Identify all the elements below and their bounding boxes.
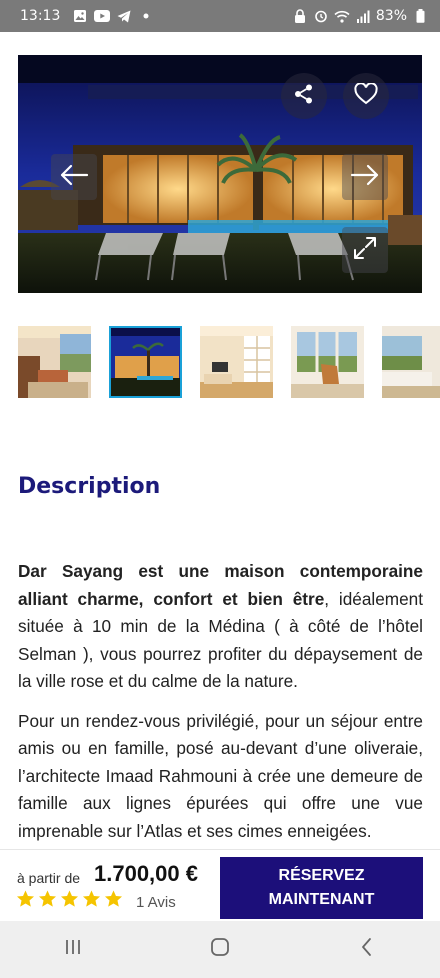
system-navigation-bar xyxy=(0,921,440,978)
share-icon xyxy=(293,83,315,110)
back-button[interactable] xyxy=(337,930,397,970)
battery-icon xyxy=(412,8,428,24)
thumbnail-2[interactable] xyxy=(109,326,182,398)
description-title: Description xyxy=(18,474,161,499)
previous-image-button[interactable] xyxy=(51,154,97,200)
fullscreen-button[interactable] xyxy=(342,227,388,273)
star-icon xyxy=(16,890,35,907)
thumbnail-1[interactable] xyxy=(18,326,91,398)
dot-icon xyxy=(138,8,154,24)
hero-image[interactable] xyxy=(18,55,422,293)
home-button[interactable] xyxy=(190,930,250,970)
thumbnail-4[interactable] xyxy=(291,326,364,398)
status-bar: 13:13 83% xyxy=(0,0,440,32)
star-icon xyxy=(82,890,101,907)
heart-icon xyxy=(354,81,378,110)
star-icon xyxy=(60,890,79,907)
next-image-button[interactable] xyxy=(342,154,388,200)
reviews-count[interactable]: 1 Avis xyxy=(136,894,176,911)
home-icon xyxy=(209,936,231,963)
battery-percent: 83% xyxy=(375,8,407,24)
status-time: 13:13 xyxy=(20,8,61,24)
recent-apps-icon xyxy=(63,937,83,962)
price-value: 1.700,00 € xyxy=(94,861,198,886)
wifi-icon xyxy=(334,8,350,24)
share-button[interactable] xyxy=(281,73,327,119)
description-paragraph-1: Dar Sayang est une maison contemporaine … xyxy=(18,558,423,696)
favorite-button[interactable] xyxy=(343,73,389,119)
star-icon xyxy=(104,890,123,907)
book-now-button[interactable]: RÉSERVEZ MAINTENANT xyxy=(220,857,423,919)
alarm-icon xyxy=(313,8,329,24)
signal-icon xyxy=(355,8,371,24)
thumbnail-5[interactable] xyxy=(382,326,440,398)
rating-stars xyxy=(16,890,123,908)
description-paragraph-2: Pour un rendez-vous privilégié, pour un … xyxy=(18,710,423,841)
recent-apps-button[interactable] xyxy=(43,930,103,970)
expand-icon xyxy=(352,235,378,266)
back-icon xyxy=(359,936,375,963)
image-icon xyxy=(72,8,88,24)
price-prefix: à partir de xyxy=(17,870,81,886)
description-body: Dar Sayang est une maison contemporaine … xyxy=(18,558,423,848)
thumbnail-3[interactable] xyxy=(200,326,273,398)
arrow-left-icon xyxy=(59,164,89,191)
arrow-right-icon xyxy=(350,164,380,191)
thumbnail-strip xyxy=(18,326,440,398)
star-icon xyxy=(38,890,57,907)
booking-bar: à partir de 1.700,00 € 1 Avis RÉSERVEZ M… xyxy=(0,849,440,921)
youtube-icon xyxy=(94,8,111,24)
telegram-icon xyxy=(116,8,132,24)
lock-icon xyxy=(292,8,308,24)
